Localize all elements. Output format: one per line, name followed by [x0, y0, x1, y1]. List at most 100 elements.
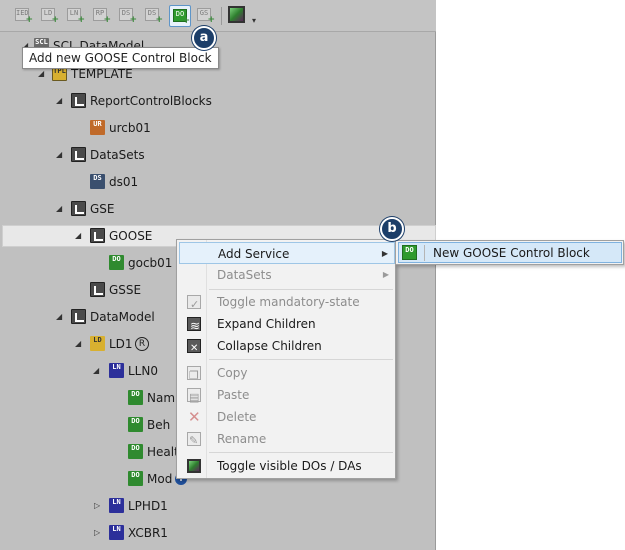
menu-separator: [209, 289, 393, 290]
plus-icon: +: [103, 15, 111, 25]
menu-item-new-goose-control-block[interactable]: DO New GOOSE Control Block: [398, 242, 622, 263]
tree-node-gse[interactable]: ◢ GSE: [0, 199, 436, 219]
tree-node-label: gocb01: [128, 256, 173, 270]
collapse-arrow-icon[interactable]: ◢: [56, 307, 66, 327]
plus-icon: +: [155, 15, 163, 25]
menu-separator: [209, 452, 393, 453]
tree-node-beh[interactable]: DO Beh: [0, 415, 176, 435]
collapse-arrow-icon[interactable]: ◢: [75, 334, 85, 354]
menu-item-label: New GOOSE Control Block: [433, 246, 590, 260]
tree-node-urcb01[interactable]: UR urcb01: [0, 118, 436, 138]
tree-node-label: DataSets: [90, 148, 145, 162]
plus-icon: +: [77, 15, 85, 25]
folder-icon: [71, 147, 86, 162]
tree-node-ds01[interactable]: DS ds01: [0, 172, 436, 192]
tree-node-gocb01[interactable]: DO gocb01: [0, 253, 176, 273]
data-object-icon: DO: [128, 444, 143, 459]
add-gs-button[interactable]: GS +: [196, 6, 215, 25]
add-ds2-button[interactable]: DS +: [144, 6, 163, 25]
dataset-icon: DS: [90, 174, 105, 189]
tree-node-label: XCBR1: [128, 526, 168, 540]
toggle-visible-icon[interactable]: [228, 6, 245, 23]
menu-item-expand-children[interactable]: Expand Children: [179, 313, 395, 337]
add-ln-button[interactable]: LN +: [66, 6, 85, 25]
new-goose-control-block-icon: DO: [402, 245, 417, 260]
add-ied-button[interactable]: IED +: [14, 6, 33, 25]
menu-item-toggle-visible[interactable]: Toggle visible DOs / DAs: [179, 455, 395, 477]
data-object-icon: DO: [128, 471, 143, 486]
folder-icon: [71, 309, 86, 324]
add-ds-button[interactable]: DS +: [118, 6, 137, 25]
context-menu: Add Service ▶ DataSets ▶ Toggle mandator…: [176, 239, 396, 479]
tree-node-lphd1[interactable]: ▷ LN LPHD1: [0, 496, 436, 516]
tree-node-label: Mod: [147, 472, 173, 486]
menu-item-copy[interactable]: Copy: [179, 362, 395, 387]
registered-badge-icon: R: [135, 337, 149, 351]
callout-b: b: [380, 217, 404, 241]
tree-node-label: urcb01: [109, 121, 151, 135]
plus-icon: +: [25, 15, 33, 25]
menu-item-toggle-mandatory[interactable]: Toggle mandatory-state: [179, 291, 395, 316]
add-ld-button[interactable]: LD +: [40, 6, 59, 25]
collapse-arrow-icon[interactable]: ◢: [75, 226, 85, 246]
menu-item-label: Expand Children: [217, 317, 316, 331]
data-object-icon: DO: [128, 417, 143, 432]
menu-item-label: Paste: [217, 388, 250, 402]
add-goose-control-block-button[interactable]: DO +: [169, 5, 191, 27]
menu-item-label: Add Service: [218, 247, 290, 261]
report-control-block-icon: UR: [90, 120, 105, 135]
menu-item-add-service[interactable]: Add Service ▶: [179, 242, 395, 264]
expand-arrow-icon[interactable]: ▷: [94, 523, 104, 543]
folder-icon: [71, 93, 86, 108]
toggle-visible-icon: [187, 459, 201, 473]
menu-item-collapse-children[interactable]: Collapse Children: [179, 335, 395, 360]
toolbar-tooltip: Add new GOOSE Control Block: [22, 47, 219, 69]
tree-node-mod[interactable]: DO Mod i: [0, 469, 190, 489]
menu-item-label: Toggle mandatory-state: [217, 295, 360, 309]
folder-icon: [71, 201, 86, 216]
collapse-arrow-icon[interactable]: ◢: [93, 361, 103, 381]
tree-node-xcbr1[interactable]: ▷ LN XCBR1: [0, 523, 436, 543]
collapse-arrow-icon[interactable]: ◢: [56, 145, 66, 165]
submenu-arrow-icon: ▶: [382, 270, 389, 279]
paste-icon: [187, 387, 201, 409]
tree-node-lln0[interactable]: ◢ LN LLN0: [0, 361, 176, 381]
tree-toolbar: IED + LD + LN + RP + DS + DS + DO + GS + ▾: [0, 0, 436, 32]
menu-separator: [209, 359, 393, 360]
tree-node-ld1[interactable]: ◢ LD LD1 R: [0, 334, 176, 354]
tree-node-label: LD1: [109, 337, 133, 351]
tree-node-label: Beh: [147, 418, 171, 432]
expand-arrow-icon[interactable]: ▷: [94, 496, 104, 516]
menu-item-paste[interactable]: Paste: [179, 384, 395, 409]
tree-node-health[interactable]: DO Health: [0, 442, 186, 462]
checkbox-icon: [187, 294, 201, 316]
tree-node-report-control-blocks[interactable]: ◢ ReportControlBlocks: [0, 91, 436, 111]
tree-node-label: GSE: [90, 202, 115, 216]
logical-node-icon: LN: [109, 525, 124, 540]
tree-node-label: ds01: [109, 175, 139, 189]
menu-item-rename[interactable]: Rename: [179, 428, 395, 452]
rename-icon: [187, 430, 201, 452]
collapse-arrow-icon[interactable]: ◢: [56, 91, 66, 111]
collapse-arrow-icon[interactable]: ◢: [56, 199, 66, 219]
tree-node-label: ReportControlBlocks: [90, 94, 212, 108]
tree-node-nampl[interactable]: DO NamP: [0, 388, 182, 408]
plus-icon: +: [129, 15, 137, 25]
menu-item-datasets[interactable]: DataSets ▶: [179, 264, 395, 286]
menu-item-label: Delete: [217, 410, 257, 424]
tree-node-datamodel[interactable]: ◢ DataModel: [0, 307, 176, 327]
submenu-arrow-icon: ▶: [381, 249, 388, 258]
toolbar-overflow-icon[interactable]: ▾: [252, 16, 256, 25]
tree-node-datasets[interactable]: ◢ DataSets: [0, 145, 436, 165]
menu-separator: [424, 245, 425, 261]
tree-node-label: DataModel: [90, 310, 155, 324]
menu-item-label: Collapse Children: [217, 339, 322, 353]
data-object-icon: DO: [128, 390, 143, 405]
menu-item-delete[interactable]: Delete: [179, 406, 395, 428]
tree-node-gsse[interactable]: GSSE: [0, 280, 176, 300]
menu-item-label: Toggle visible DOs / DAs: [217, 459, 362, 473]
callout-a: a: [192, 26, 216, 50]
add-rp-button[interactable]: RP +: [92, 6, 111, 25]
add-service-submenu: DO New GOOSE Control Block: [395, 240, 624, 265]
tree-node-label: GSSE: [109, 283, 142, 297]
